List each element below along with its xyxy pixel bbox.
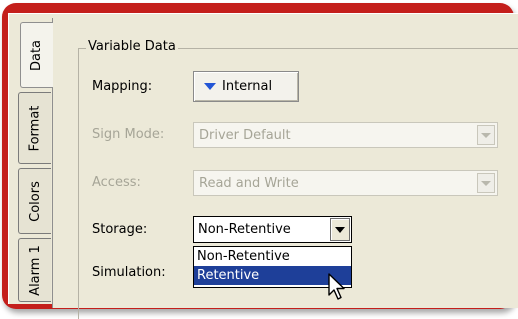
storage-label: Storage:: [92, 222, 148, 237]
chevron-down-icon: [477, 173, 495, 193]
tab-format-label: Format: [27, 105, 43, 151]
access-select: Read and Write: [193, 170, 498, 196]
storage-option-non-retentive[interactable]: Non-Retentive: [194, 247, 351, 266]
access-label: Access:: [92, 175, 141, 190]
tab-format[interactable]: Format: [18, 92, 51, 164]
simulation-label: Simulation:: [92, 265, 166, 280]
group-title: Variable Data: [86, 39, 178, 54]
storage-value: Non-Retentive: [198, 222, 291, 237]
mapping-label: Mapping:: [92, 79, 153, 94]
tab-data-label: Data: [29, 39, 45, 71]
tab-colors[interactable]: Colors: [18, 168, 51, 234]
triangle-down-icon: [204, 83, 216, 90]
storage-select[interactable]: Non-Retentive: [193, 216, 352, 243]
tab-data[interactable]: Data: [20, 22, 53, 88]
sign-mode-select: Driver Default: [193, 122, 498, 148]
sign-mode-label: Sign Mode:: [92, 127, 165, 142]
tab-colors-label: Colors: [27, 180, 43, 222]
mapping-value: Internal: [222, 79, 273, 94]
mapping-button[interactable]: Internal: [193, 71, 299, 102]
tab-alarm-1-label: Alarm 1: [27, 244, 43, 296]
chevron-down-icon: [477, 125, 495, 145]
sign-mode-value: Driver Default: [199, 127, 291, 143]
mouse-cursor-icon: [328, 273, 345, 300]
chevron-down-icon[interactable]: [330, 218, 350, 241]
access-value: Read and Write: [199, 175, 299, 191]
tab-alarm-1[interactable]: Alarm 1: [18, 238, 51, 302]
